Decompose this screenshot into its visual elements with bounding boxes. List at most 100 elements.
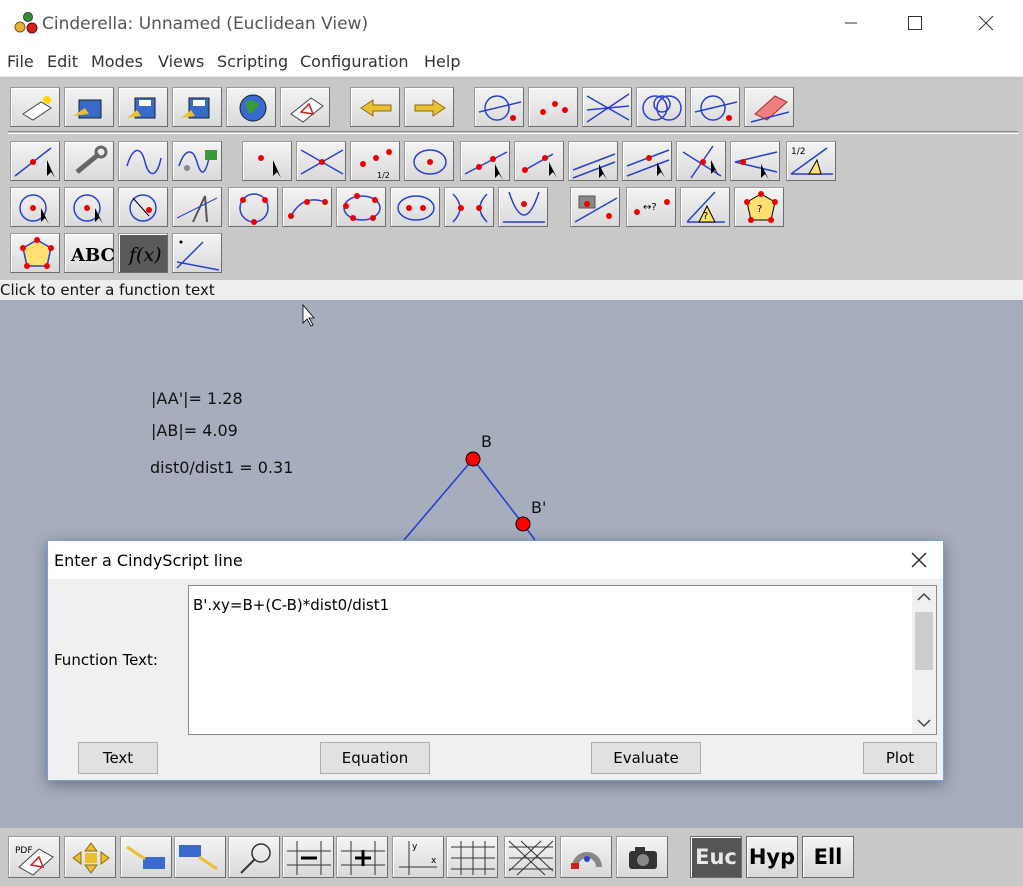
tool-line-through-points[interactable] — [460, 141, 510, 181]
tool-perpendicular[interactable] — [676, 141, 726, 181]
tool-add-point[interactable] — [242, 141, 292, 181]
evaluate-button[interactable]: Evaluate — [591, 742, 701, 774]
tool-angle-bisector[interactable] — [730, 141, 780, 181]
elliptic-mode-button[interactable]: Ell — [802, 836, 854, 878]
menu-help[interactable]: Help — [424, 52, 460, 71]
tool-arc[interactable] — [282, 187, 332, 227]
menu-configuration[interactable]: Configuration — [300, 52, 409, 71]
square-grid-icon — [451, 841, 495, 875]
tool-hyperbola[interactable] — [444, 187, 494, 227]
function-text-value[interactable]: B'.xy=B+(C-B)*dist0/dist1 — [193, 596, 389, 614]
screenshot-button[interactable] — [616, 836, 668, 878]
axes-button[interactable]: yx — [392, 836, 444, 878]
circle-radius-icon — [19, 194, 49, 224]
grid-finer-button[interactable] — [336, 836, 388, 878]
tool-text[interactable]: ABC — [64, 233, 115, 273]
tool-circle-three-points[interactable] — [228, 187, 278, 227]
menu-scripting[interactable]: Scripting — [217, 52, 288, 71]
tool-area-measure[interactable]: ? — [734, 187, 784, 227]
plot-button[interactable]: Plot — [863, 742, 937, 774]
hyperbolic-mode-button[interactable]: Hyp — [746, 836, 798, 878]
scrollbar-thumb[interactable] — [915, 612, 933, 670]
point-b-prime[interactable] — [515, 516, 531, 532]
polygon-icon — [20, 237, 54, 269]
parallel-icon — [572, 153, 616, 180]
function-text-area[interactable]: B'.xy=B+(C-B)*dist0/dist1 — [188, 585, 937, 735]
snap-button[interactable] — [560, 836, 612, 878]
segment-a-b[interactable] — [403, 458, 474, 541]
tool-function[interactable]: f(x) — [118, 233, 168, 273]
tool-intersect-circle-line[interactable] — [474, 87, 524, 127]
euclidean-mode-button[interactable]: Euc — [690, 836, 742, 878]
tool-circle-point[interactable] — [690, 87, 740, 127]
tool-points[interactable] — [528, 87, 578, 127]
tool-circle-by-center[interactable] — [64, 187, 114, 227]
magnifier-button[interactable] — [228, 836, 280, 878]
tool-ellipse[interactable] — [390, 187, 440, 227]
page-triangle-icon — [290, 97, 324, 123]
triangular-grid-button[interactable] — [504, 836, 556, 878]
tool-locus[interactable] — [118, 141, 168, 181]
tool-angle-bisector-half[interactable]: 1/2 — [786, 141, 836, 181]
minimize-button[interactable] — [828, 8, 874, 38]
tool-calculate[interactable] — [172, 233, 222, 273]
tool-circle-by-radius[interactable] — [10, 187, 60, 227]
menu-file[interactable]: File — [7, 52, 34, 71]
tool-distance[interactable]: ↔? — [626, 187, 676, 227]
save-as-icon — [181, 97, 210, 119]
maximize-button[interactable] — [892, 8, 938, 38]
point-b[interactable] — [465, 451, 481, 467]
tool-circle-center[interactable] — [404, 141, 454, 181]
measurement-ab[interactable]: |AB|= 4.09 — [151, 421, 238, 440]
vertical-scrollbar[interactable] — [912, 586, 936, 734]
dialog-close-button[interactable] — [899, 545, 939, 575]
tool-polygon[interactable] — [10, 233, 60, 273]
text-button[interactable]: Text — [78, 742, 158, 774]
tool-animation[interactable] — [172, 141, 222, 181]
scroll-up-icon[interactable] — [912, 586, 936, 608]
tool-segment[interactable] — [514, 141, 564, 181]
tool-angle-measure[interactable]: ? — [680, 187, 730, 227]
equation-button[interactable]: Equation — [320, 742, 430, 774]
print-button[interactable] — [280, 87, 330, 127]
window-title: Cinderella: Unnamed (Euclidean View) — [42, 14, 369, 34]
measurement-ratio[interactable]: dist0/dist1 = 0.31 — [150, 458, 293, 477]
tool-parabola[interactable] — [498, 187, 548, 227]
undo-button[interactable] — [350, 87, 400, 127]
redo-button[interactable] — [404, 87, 454, 127]
grid-coarser-button[interactable] — [282, 836, 334, 878]
tool-modify[interactable] — [64, 141, 114, 181]
close-window-button[interactable] — [963, 8, 1009, 38]
measurement-aa-prime[interactable]: |AA'|= 1.28 — [151, 389, 243, 408]
tool-compass-draw[interactable] — [172, 187, 222, 227]
menu-views[interactable]: Views — [158, 52, 204, 71]
status-text: Click to enter a function text — [0, 281, 215, 299]
new-file-button[interactable] — [10, 87, 60, 127]
tool-move[interactable] — [10, 141, 60, 181]
tool-conic-five-points[interactable] — [336, 187, 386, 227]
tool-palette: 1/2 1/2 ↔? ? ? ABC f(x) — [0, 76, 1023, 280]
open-file-button[interactable] — [64, 87, 114, 127]
save-button[interactable] — [118, 87, 168, 127]
label-point-b-prime: B' — [531, 498, 547, 517]
tool-lines[interactable] — [582, 87, 632, 127]
export-pdf-button[interactable]: PDF — [8, 836, 60, 878]
tool-circles[interactable] — [636, 87, 686, 127]
zoom-in-button[interactable] — [120, 836, 172, 878]
menu-modes[interactable]: Modes — [91, 52, 143, 71]
tool-intersection[interactable] — [296, 141, 346, 181]
export-web-button[interactable] — [226, 87, 276, 127]
tool-eraser[interactable] — [744, 87, 794, 127]
zoom-out-button[interactable] — [174, 836, 226, 878]
segment-b-b-prime[interactable] — [472, 458, 524, 525]
scroll-down-icon[interactable] — [912, 712, 936, 734]
save-as-button[interactable] — [172, 87, 222, 127]
translate-view-button[interactable] — [64, 836, 116, 878]
menu-edit[interactable]: Edit — [47, 52, 78, 71]
tool-mirror[interactable] — [570, 187, 620, 227]
square-grid-button[interactable] — [446, 836, 498, 878]
tool-parallel[interactable] — [568, 141, 618, 181]
tool-parallel-line[interactable] — [622, 141, 672, 181]
tool-midpoint[interactable]: 1/2 — [350, 141, 400, 181]
tool-compass[interactable] — [118, 187, 168, 227]
